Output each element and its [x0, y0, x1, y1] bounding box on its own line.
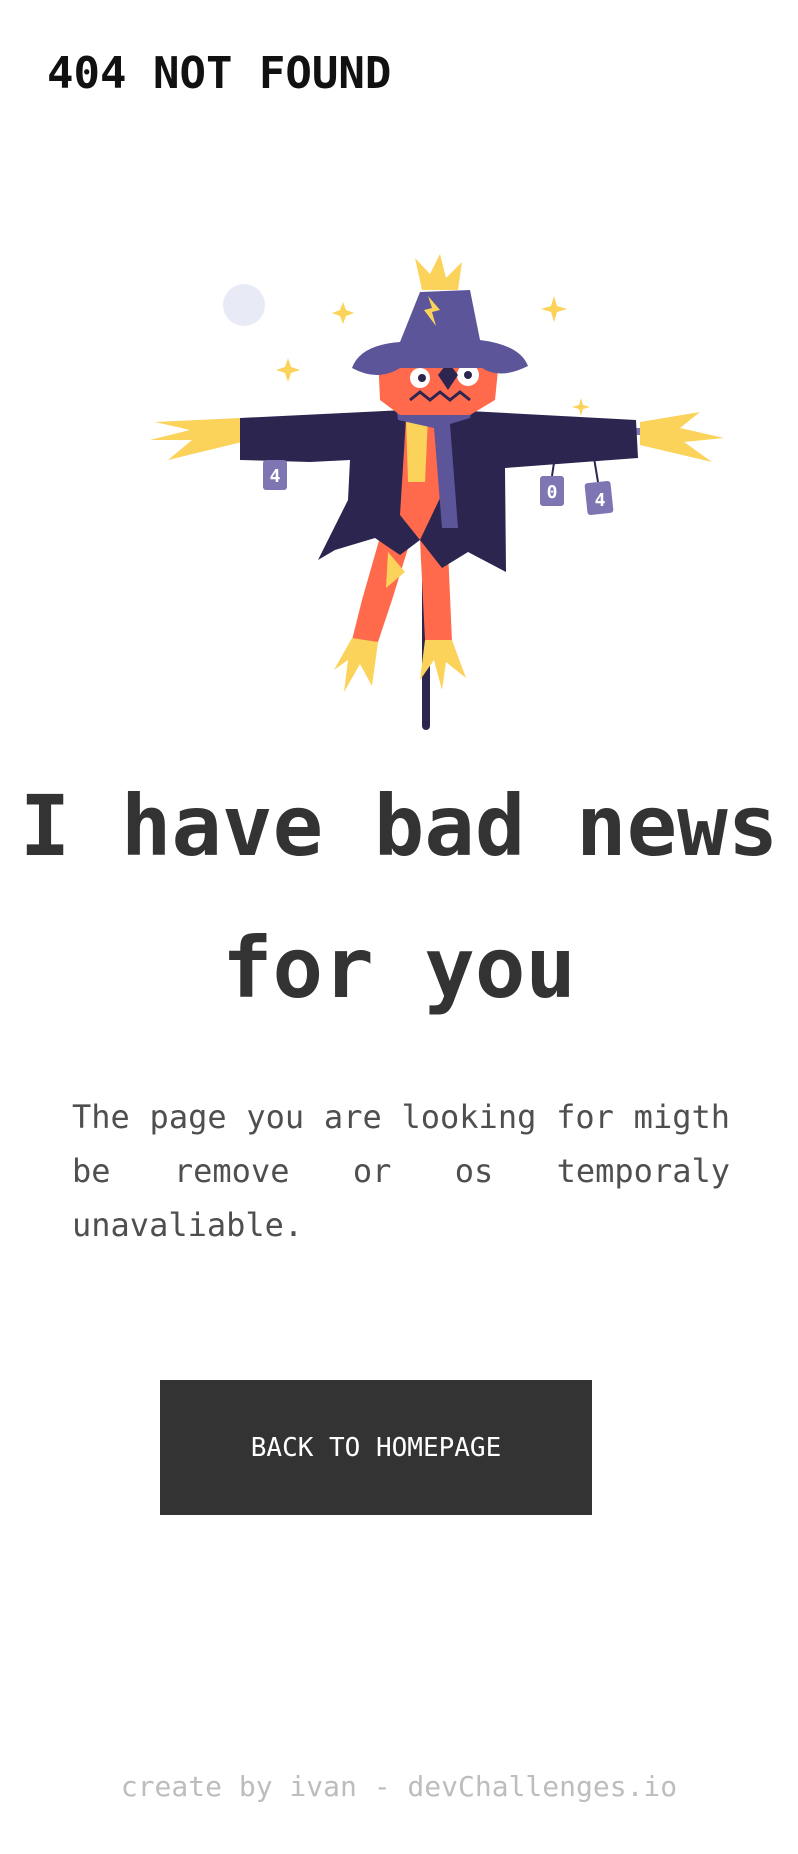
hat [352, 290, 528, 375]
can-label-3: 4 [595, 490, 606, 511]
left-hand-straw [150, 418, 242, 460]
can-label-1: 4 [270, 466, 281, 487]
back-to-homepage-button[interactable]: BACK TO HOMEPAGE [160, 1380, 592, 1515]
right-hand-straw [640, 412, 724, 462]
can-label-2: 0 [547, 482, 558, 503]
moon-icon [223, 284, 265, 326]
footer-credit: create by ivan - devChallenges.io [120, 1770, 678, 1803]
site-title: 404 NOT FOUND [47, 48, 392, 99]
error-message: The page you are looking for migth be re… [72, 1098, 730, 1244]
headline: I have bad news for you [19, 777, 779, 1017]
scarecrow-illustration: 4 0 4 [150, 254, 724, 730]
